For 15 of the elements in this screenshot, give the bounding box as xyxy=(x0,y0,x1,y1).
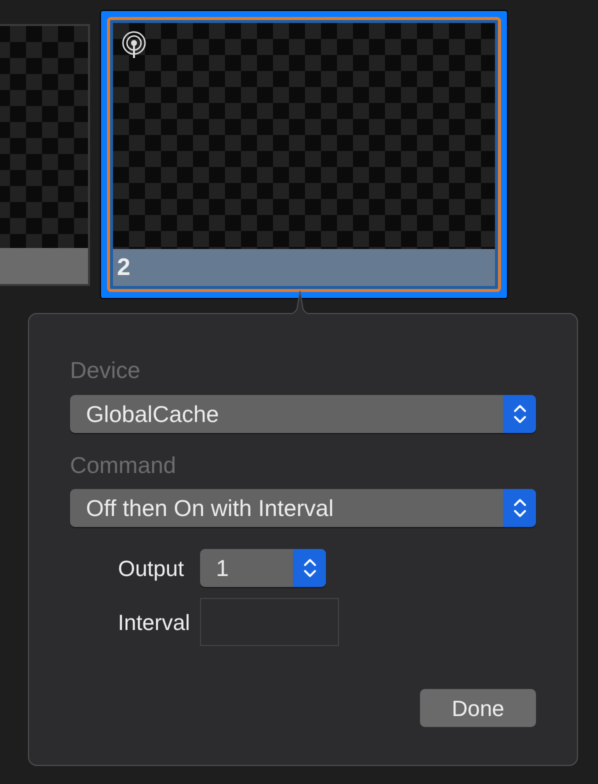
done-button[interactable]: Done xyxy=(420,689,536,727)
output-select[interactable]: 1 xyxy=(200,549,326,587)
selected-tile[interactable]: 2 xyxy=(100,10,508,299)
up-down-arrows-icon xyxy=(512,403,526,425)
field-label: Output xyxy=(116,554,185,583)
command-select[interactable]: Off then On with Interval xyxy=(70,489,536,527)
up-down-arrows-icon xyxy=(512,497,526,519)
tile-number: 2 xyxy=(117,252,130,282)
antenna-icon xyxy=(121,31,147,59)
field-label: Interval xyxy=(116,608,191,636)
field-label: Command xyxy=(70,451,178,480)
field-label: Device xyxy=(70,356,142,385)
device-select[interactable]: GlobalCache xyxy=(70,395,536,433)
up-down-arrows-icon xyxy=(302,557,316,579)
interval-field[interactable] xyxy=(200,598,339,646)
